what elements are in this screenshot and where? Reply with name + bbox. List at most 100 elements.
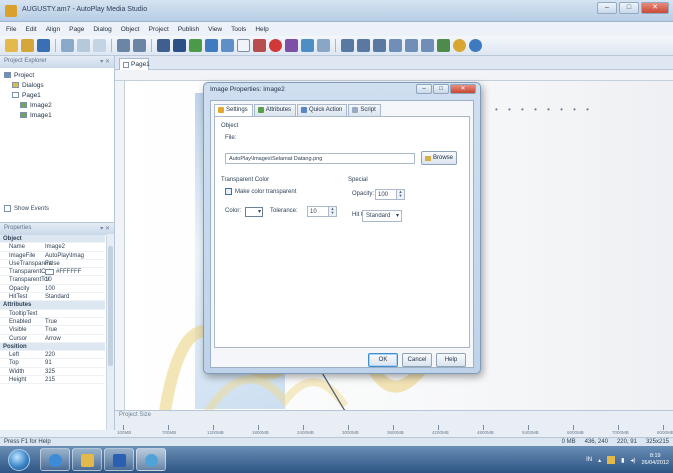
- grid-icon[interactable]: [389, 39, 402, 52]
- hittest-dropdown[interactable]: Standard ▾: [362, 210, 402, 222]
- property-row[interactable]: HitTest Standard: [0, 293, 105, 302]
- new-project-icon[interactable]: [5, 39, 18, 52]
- up-arrow-icon[interactable]: ▴: [598, 457, 601, 464]
- tree-item[interactable]: Dialogs: [4, 81, 110, 91]
- menu-tools[interactable]: Tools: [231, 26, 246, 33]
- tree-item[interactable]: Page1: [4, 91, 110, 101]
- menu-dialog[interactable]: Dialog: [93, 26, 111, 33]
- property-value[interactable]: [45, 310, 105, 317]
- menu-file[interactable]: File: [6, 26, 16, 33]
- property-value[interactable]: AutoPlay\Imag: [45, 252, 105, 259]
- property-category[interactable]: Object: [0, 235, 105, 244]
- undo-icon[interactable]: [117, 39, 130, 52]
- property-value[interactable]: 91: [45, 359, 105, 366]
- property-row[interactable]: TransparentTol 10: [0, 276, 105, 285]
- hotspot-icon[interactable]: [253, 39, 266, 52]
- opacity-stepper[interactable]: 100 ▲ ▼: [375, 189, 405, 200]
- align-center-icon[interactable]: [357, 39, 370, 52]
- property-row[interactable]: Width 325: [0, 368, 105, 377]
- tolerance-stepper[interactable]: 10 ▲ ▼: [307, 206, 337, 217]
- make-transparent-checkbox[interactable]: [225, 188, 232, 195]
- property-row[interactable]: Cursor Arrow: [0, 335, 105, 343]
- property-category[interactable]: Position: [0, 342, 105, 352]
- property-value[interactable]: True: [45, 318, 105, 325]
- tab-quick-action[interactable]: Quick Action: [297, 104, 348, 116]
- menu-publish[interactable]: Publish: [178, 26, 199, 33]
- property-value[interactable]: Arrow: [45, 335, 105, 342]
- redo-icon[interactable]: [133, 39, 146, 52]
- start-button[interactable]: [8, 449, 30, 471]
- align-left-icon[interactable]: [341, 39, 354, 52]
- property-value[interactable]: False: [45, 260, 105, 267]
- build-icon[interactable]: [437, 39, 450, 52]
- menu-align[interactable]: Align: [46, 26, 60, 33]
- property-value[interactable]: 325: [45, 368, 105, 375]
- tab-page1[interactable]: Page1: [119, 58, 150, 70]
- network-icon[interactable]: ▮: [621, 457, 624, 464]
- taskbar-word-button[interactable]: [104, 448, 134, 471]
- rectangle-icon[interactable]: [157, 39, 170, 52]
- tree-item[interactable]: Image2: [4, 101, 110, 111]
- align-right-icon[interactable]: [373, 39, 386, 52]
- clock[interactable]: 8:19 26/04/2012: [641, 453, 669, 467]
- pane-pin-icon[interactable]: ▾ ✕: [100, 58, 110, 65]
- property-row[interactable]: Visible True: [0, 326, 105, 335]
- input-object-icon[interactable]: [237, 39, 250, 52]
- publish-icon[interactable]: [453, 39, 466, 52]
- layout-icon[interactable]: [405, 39, 418, 52]
- property-value[interactable]: 10: [45, 276, 105, 283]
- spin-arrows-icon[interactable]: ▲ ▼: [328, 207, 336, 216]
- cut-icon[interactable]: [61, 39, 74, 52]
- transparent-color-picker[interactable]: [245, 207, 263, 217]
- paste-icon[interactable]: [93, 39, 106, 52]
- property-row[interactable]: TooltipText: [0, 310, 105, 318]
- property-row[interactable]: ImageFile AutoPlay\Imag: [0, 252, 105, 260]
- image-object-icon[interactable]: [205, 39, 218, 52]
- property-row[interactable]: Opacity 100: [0, 285, 105, 294]
- flash-icon[interactable]: [285, 39, 298, 52]
- tab-attributes[interactable]: Attributes: [253, 104, 297, 116]
- property-value[interactable]: True: [45, 326, 105, 333]
- scrollbar-thumb[interactable]: [108, 246, 113, 366]
- file-path-input[interactable]: AutoPlay\Images\Selamat Datang.png: [225, 153, 415, 164]
- property-value[interactable]: 215: [45, 376, 105, 383]
- language-indicator[interactable]: IN: [586, 457, 592, 463]
- menu-help[interactable]: Help: [255, 26, 268, 33]
- show-events-checkbox[interactable]: [4, 205, 11, 212]
- taskbar-autoplay-button[interactable]: [136, 448, 166, 471]
- open-folder-icon[interactable]: [21, 39, 34, 52]
- menu-edit[interactable]: Edit: [25, 26, 36, 33]
- property-row[interactable]: TransparentCol #FFFFFF: [0, 268, 105, 277]
- label-icon[interactable]: [173, 39, 186, 52]
- color-swatch[interactable]: [45, 268, 54, 275]
- web-icon[interactable]: [301, 39, 314, 52]
- menu-page[interactable]: Page: [69, 26, 84, 33]
- browse-button[interactable]: Browse: [421, 151, 457, 165]
- maximize-button[interactable]: □: [619, 2, 639, 14]
- property-row[interactable]: Left 220: [0, 351, 105, 360]
- save-icon[interactable]: [37, 39, 50, 52]
- taskbar-explorer-button[interactable]: [72, 448, 102, 471]
- record-icon[interactable]: [269, 39, 282, 52]
- copy-icon[interactable]: [77, 39, 90, 52]
- property-value[interactable]: #FFFFFF: [45, 268, 105, 275]
- pane-pin-icon[interactable]: ▾ ✕: [100, 225, 110, 232]
- spin-arrows-icon[interactable]: ▲ ▼: [396, 190, 404, 199]
- minimize-button[interactable]: –: [597, 2, 617, 14]
- ok-button[interactable]: OK: [368, 353, 398, 367]
- property-value[interactable]: Image2: [45, 243, 105, 250]
- help-icon[interactable]: [469, 39, 482, 52]
- tree-item[interactable]: Image1: [4, 111, 110, 121]
- taskbar-ie-button[interactable]: [40, 448, 70, 471]
- paragraph-icon[interactable]: [189, 39, 202, 52]
- properties-scrollbar[interactable]: [106, 234, 114, 430]
- make-transparent-option[interactable]: Make color transparent: [225, 188, 296, 195]
- help-button[interactable]: Help: [436, 353, 466, 367]
- menu-view[interactable]: View: [208, 26, 222, 33]
- property-row[interactable]: Name Image2: [0, 243, 105, 252]
- close-button[interactable]: ✕: [641, 2, 669, 14]
- flag-icon[interactable]: [607, 456, 616, 464]
- dialog-close-button[interactable]: ✕: [450, 84, 476, 94]
- dialog-maximize-button[interactable]: □: [433, 84, 449, 94]
- cancel-button[interactable]: Cancel: [402, 353, 432, 367]
